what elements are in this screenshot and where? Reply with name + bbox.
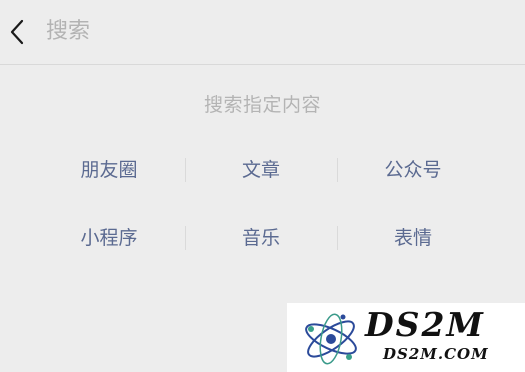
category-music[interactable]: 音乐 [185, 204, 337, 272]
section-title: 搜索指定内容 [203, 94, 321, 116]
category-official-accounts[interactable]: 公众号 [337, 136, 489, 204]
watermark-title: DS2M [365, 305, 485, 344]
chevron-left-icon [10, 19, 24, 45]
atom-logo-icon [305, 313, 357, 365]
category-moments[interactable]: 朋友圈 [33, 136, 185, 204]
category-row: 朋友圈 文章 公众号 [33, 136, 489, 204]
search-header [0, 0, 525, 65]
watermark-url: DS2M.COM [383, 345, 489, 363]
back-button[interactable] [6, 17, 34, 47]
category-mini-programs[interactable]: 小程序 [33, 204, 185, 272]
search-input[interactable] [46, 14, 506, 48]
category-row: 小程序 音乐 表情 [33, 204, 489, 272]
watermark: DS2M DS2M.COM [287, 303, 525, 372]
category-articles[interactable]: 文章 [185, 136, 337, 204]
category-stickers[interactable]: 表情 [337, 204, 489, 272]
category-grid: 朋友圈 文章 公众号 小程序 音乐 表情 [33, 136, 489, 272]
